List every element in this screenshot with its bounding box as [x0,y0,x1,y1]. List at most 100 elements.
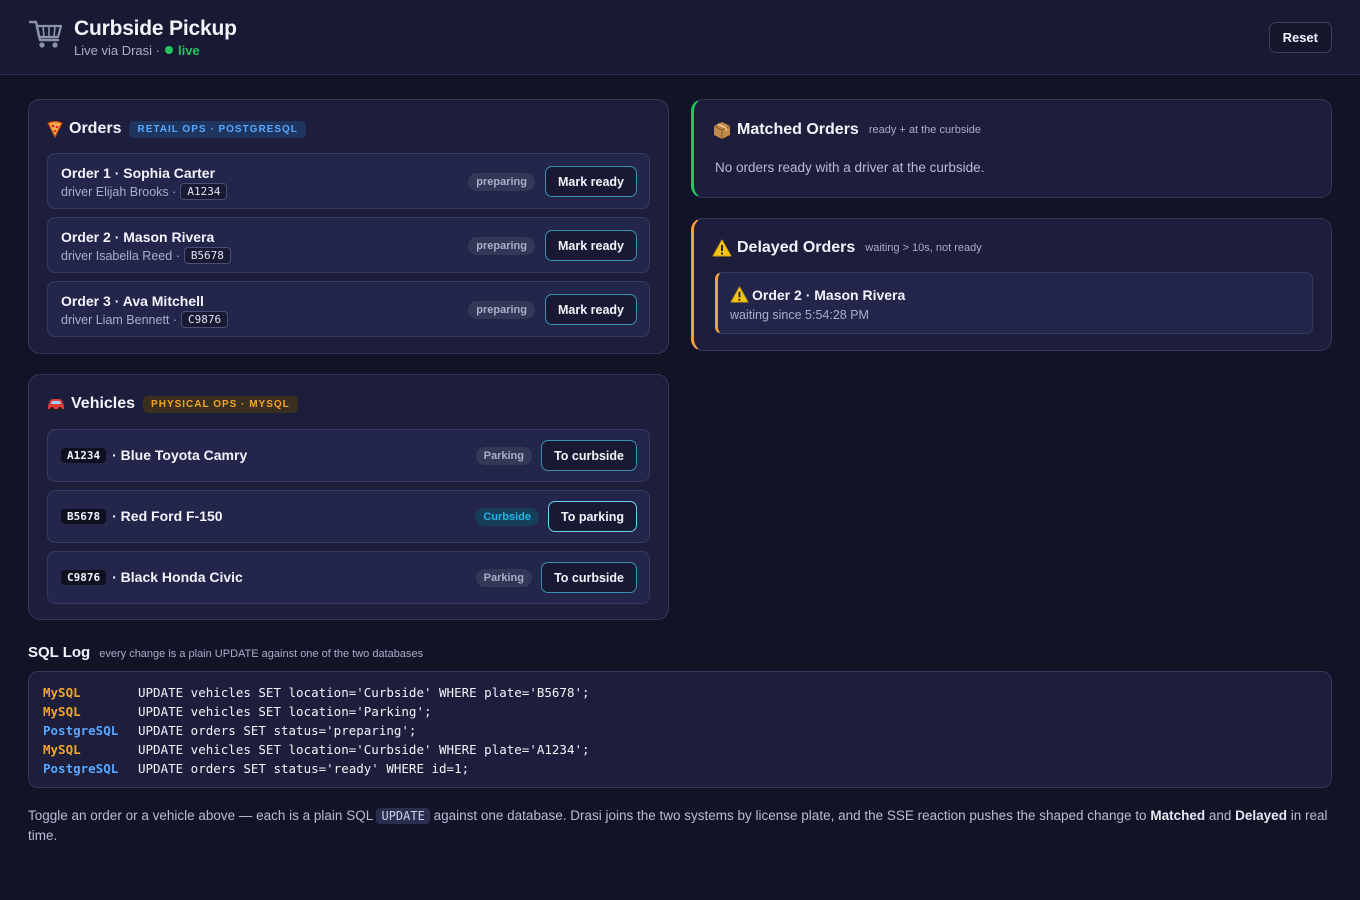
pizza-icon [47,120,63,138]
footer-matched: Matched [1150,808,1206,823]
vehicle-title: A1234 · Blue Toyota Camry [61,447,247,463]
order-row-2: Order 2 · Mason Rivera driver Isabella R… [47,217,650,273]
delayed-header: Delayed Orders waiting > 10s, not ready [712,239,982,257]
to-parking-button[interactable]: To parking [548,501,637,532]
sql-log-title: SQL Log [28,644,91,661]
to-curbside-button[interactable]: To curbside [541,562,637,593]
reset-button[interactable]: Reset [1268,22,1332,53]
top-bar: Curbside Pickup Live via Drasi · live Re… [0,0,1360,75]
delayed-title: Delayed Orders [737,239,856,256]
delayed-orders-panel: Delayed Orders waiting > 10s, not ready … [691,218,1332,351]
vehicle-title: B5678 · Red Ford F-150 [61,508,223,524]
sql-statement: UPDATE vehicles SET location='Curbside' … [138,685,590,700]
order-title: Order 2 · Mason Rivera [61,229,215,245]
driver-text: driver Elijah Brooks · [61,184,177,199]
order-status-badge: preparing [468,237,535,255]
vehicle-location-badge: Parking [475,569,532,587]
orders-header: Orders RETAIL OPS · POSTGRESQL [46,120,306,138]
order-title: Order 1 · Sophia Carter [61,165,216,181]
vehicle-row-2: B5678 · Red Ford F-150 Curbside To parki… [47,490,650,543]
plate-badge: A1234 [180,183,228,200]
app-subtitle: Live via Drasi · live [74,43,237,58]
shopping-cart-icon [28,20,63,48]
footer-delayed: Delayed [1235,808,1287,823]
mark-ready-button[interactable]: Mark ready [544,294,637,325]
package-icon [713,122,731,139]
vehicle-name: · Black Honda Civic [112,569,243,585]
vehicle-name: · Red Ford F-150 [112,508,223,524]
vehicles-panel: Vehicles PHYSICAL OPS · MYSQL A1234 · Bl… [28,374,669,620]
vehicles-header: Vehicles PHYSICAL OPS · MYSQL [46,395,298,413]
vehicles-source-tag: PHYSICAL OPS · MYSQL [143,395,298,413]
plate-badge: B5678 [183,247,231,264]
sql-statement: UPDATE vehicles SET location='Parking'; [138,704,432,719]
order-row-1: Order 1 · Sophia Carter driver Elijah Br… [47,153,650,209]
subtitle-text: Live via Drasi · [74,42,160,58]
sql-log-box: MySQL UPDATE vehicles SET location='Curb… [28,671,1332,788]
live-label: live [177,42,200,58]
sql-statement: UPDATE orders SET status='ready' WHERE i… [138,761,470,776]
sql-db-label: MySQL [43,742,81,757]
vehicle-row-1: A1234 · Blue Toyota Camry Parking To cur… [47,429,650,482]
order-title: Order 3 · Ava Mitchell [61,293,204,309]
sql-log-entry: PostgreSQL UPDATE orders SET status='rea… [43,761,1317,780]
delayed-order-title: Order 2 · Mason Rivera [752,286,906,303]
matched-empty-message: No orders ready with a driver at the cur… [715,160,985,175]
car-icon [48,399,64,411]
mark-ready-button[interactable]: Mark ready [544,230,637,261]
sql-statement: UPDATE orders SET status='preparing'; [138,723,417,738]
vehicle-location-badge: Parking [475,447,532,465]
sql-log-entry: PostgreSQL UPDATE orders SET status='pre… [43,723,1317,742]
footer-text-2: against one database. Drasi joins the tw… [433,808,1147,823]
orders-source-tag: RETAIL OPS · POSTGRESQL [129,120,306,138]
sql-log-entry: MySQL UPDATE vehicles SET location='Curb… [43,742,1317,761]
sql-log-entry: MySQL UPDATE vehicles SET location='Curb… [43,685,1317,704]
plate-badge: A1234 [61,447,107,463]
delayed-note: waiting > 10s, not ready [865,242,982,254]
footer-text-1: Toggle an order or a vehicle above — eac… [28,808,373,823]
delayed-order-title-row: Order 2 · Mason Rivera [730,286,905,303]
driver-text: driver Isabella Reed · [61,248,180,263]
footer-code: UPDATE [376,808,430,824]
order-status-badge: preparing [468,301,535,319]
delayed-order-since: waiting since 5:54:28 PM [730,308,869,322]
order-status-badge: preparing [468,173,535,191]
plate-badge: B5678 [61,508,107,524]
matched-note: ready + at the curbside [868,124,982,136]
warning-icon [712,239,732,257]
to-curbside-button[interactable]: To curbside [541,440,637,471]
order-driver: driver Liam Bennett · C9876 [61,311,229,328]
sql-statement: UPDATE vehicles SET location='Curbside' … [138,742,590,757]
matched-header: Matched Orders ready + at the curbside [712,120,981,140]
live-indicator-dot [164,46,173,54]
matched-orders-panel: Matched Orders ready + at the curbside N… [691,99,1332,198]
vehicle-title: C9876 · Black Honda Civic [61,569,243,585]
order-driver: driver Elijah Brooks · A1234 [61,183,228,200]
sql-db-label: MySQL [43,704,81,719]
vehicle-row-3: C9876 · Black Honda Civic Parking To cur… [47,551,650,604]
warning-icon [730,286,749,303]
vehicle-name: · Blue Toyota Camry [112,447,248,463]
sql-db-label: PostgreSQL [43,761,119,776]
footer-description: Toggle an order or a vehicle above — eac… [28,806,1334,846]
plate-badge: C9876 [61,569,107,585]
vehicle-location-badge: Curbside [475,508,539,526]
orders-panel: Orders RETAIL OPS · POSTGRESQL Order 1 ·… [28,99,669,354]
sql-db-label: PostgreSQL [43,723,119,738]
sql-log-note: every change is a plain UPDATE against o… [99,648,424,660]
sql-log-header: SQL Log every change is a plain UPDATE a… [28,644,423,661]
order-row-3: Order 3 · Ava Mitchell driver Liam Benne… [47,281,650,337]
delayed-order-card: Order 2 · Mason Rivera waiting since 5:5… [715,272,1313,334]
orders-title: Orders [69,120,122,137]
sql-db-label: MySQL [43,685,81,700]
driver-text: driver Liam Bennett · [61,312,178,327]
vehicles-title: Vehicles [71,395,136,412]
footer-and: and [1208,808,1232,823]
order-driver: driver Isabella Reed · B5678 [61,247,231,264]
app-title: Curbside Pickup [74,16,237,40]
mark-ready-button[interactable]: Mark ready [544,166,637,197]
matched-title: Matched Orders [737,121,859,138]
plate-badge: C9876 [181,311,229,328]
brand-block: Curbside Pickup Live via Drasi · live [74,17,237,58]
sql-log-entry: MySQL UPDATE vehicles SET location='Park… [43,704,1317,723]
